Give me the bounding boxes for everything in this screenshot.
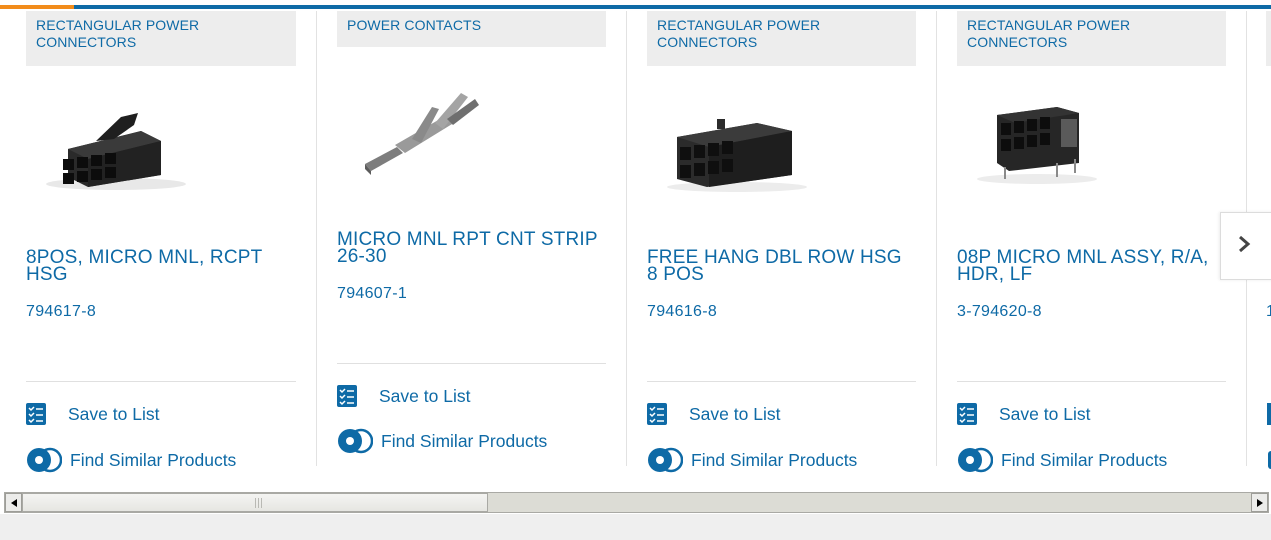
find-similar-label: Find Similar Products bbox=[691, 449, 858, 470]
scroll-left-button[interactable] bbox=[5, 493, 22, 512]
find-similar-products-button[interactable]: Find Similar Products bbox=[337, 428, 547, 454]
top-accent-bar bbox=[0, 0, 1271, 11]
product-card: RECTANGULAR POWER CONNECTORS 8POS, MICRO… bbox=[26, 11, 296, 481]
checklist-icon bbox=[1267, 403, 1271, 425]
save-to-list-button[interactable]: Save to List bbox=[26, 403, 159, 425]
product-image[interactable] bbox=[337, 79, 607, 199]
category-label[interactable]: RECTANGULAR POWER CONNECTORS bbox=[957, 11, 1226, 66]
category-label[interactable]: RECTANGULAR POWER CONNECTORS bbox=[647, 11, 916, 66]
product-image[interactable] bbox=[26, 79, 296, 199]
product-image[interactable] bbox=[647, 79, 917, 199]
find-similar-label: Find Similar Products bbox=[1001, 449, 1168, 470]
card-divider bbox=[936, 11, 937, 466]
checklist-icon bbox=[957, 403, 977, 425]
category-label[interactable]: POWER CONTACTS bbox=[337, 11, 606, 47]
scrollbar-thumb[interactable] bbox=[22, 493, 488, 512]
divider bbox=[337, 363, 606, 364]
save-to-list-button[interactable]: Save to List bbox=[647, 403, 780, 425]
horizontal-scrollbar[interactable] bbox=[4, 492, 1269, 513]
product-carousel: RECTANGULAR POWER CONNECTORS 8POS, MICRO… bbox=[0, 11, 1271, 489]
save-to-list-label: Save to List bbox=[689, 403, 781, 424]
footer-area bbox=[0, 514, 1271, 540]
part-number[interactable]: 794607-1 bbox=[337, 285, 407, 303]
product-title-link[interactable]: FREE HANG DBL ROW HSG 8 POS bbox=[647, 248, 917, 284]
card-divider bbox=[316, 11, 317, 466]
similar-products-icon bbox=[647, 447, 684, 473]
top-orange-indicator bbox=[0, 5, 74, 9]
category-label bbox=[1266, 11, 1271, 66]
card-divider bbox=[626, 11, 627, 466]
similar-products-icon bbox=[957, 447, 994, 473]
save-to-list-label: Save to List bbox=[68, 403, 160, 424]
find-similar-products-button[interactable]: Find Similar Products bbox=[957, 447, 1167, 473]
product-image[interactable] bbox=[957, 79, 1227, 199]
part-number[interactable]: 794616-8 bbox=[647, 303, 717, 321]
product-title-link[interactable]: MICRO MNL RPT CNT STRIP 26-30 bbox=[337, 230, 607, 266]
similar-products-icon bbox=[26, 447, 63, 473]
save-to-list-label: Save to List bbox=[999, 403, 1091, 424]
divider bbox=[647, 381, 916, 382]
checklist-icon bbox=[337, 385, 357, 407]
product-title-link[interactable]: 8POS, MICRO MNL, RCPT HSG bbox=[26, 248, 296, 284]
divider bbox=[26, 381, 296, 382]
part-number[interactable]: 3-794620-8 bbox=[957, 303, 1042, 321]
divider bbox=[957, 381, 1226, 382]
scrollbar-grip bbox=[255, 498, 263, 508]
part-number[interactable]: 794617-8 bbox=[26, 303, 96, 321]
carousel-next-button[interactable] bbox=[1220, 212, 1271, 280]
find-similar-products-button[interactable]: Find Similar Products bbox=[26, 447, 236, 473]
find-similar-products-button[interactable]: Find Similar Products bbox=[647, 447, 857, 473]
find-similar-label: Find Similar Products bbox=[70, 449, 237, 470]
save-to-list-button[interactable]: Save to List bbox=[337, 385, 470, 407]
checklist-icon bbox=[647, 403, 667, 425]
checklist-icon bbox=[26, 403, 46, 425]
product-card: POWER CONTACTS MICRO MNL RPT CNT STRIP 2… bbox=[337, 11, 607, 481]
product-title-link[interactable]: 08P MICRO MNL ASSY, R/A, HDR, LF bbox=[957, 248, 1227, 284]
find-similar-label: Find Similar Products bbox=[381, 430, 548, 451]
category-label[interactable]: RECTANGULAR POWER CONNECTORS bbox=[26, 11, 296, 66]
product-card: RECTANGULAR POWER CONNECTORS 08P MICRO M… bbox=[957, 11, 1227, 481]
top-blue-line bbox=[0, 5, 1271, 9]
similar-products-icon bbox=[337, 428, 374, 454]
scroll-right-button[interactable] bbox=[1251, 493, 1268, 512]
part-number[interactable]: 1 bbox=[1266, 303, 1271, 321]
chevron-right-icon bbox=[1237, 235, 1251, 258]
arrow-right-icon bbox=[1256, 498, 1263, 507]
product-card: RECTANGULAR POWER CONNECTORS FREE HANG D… bbox=[647, 11, 917, 481]
arrow-left-icon bbox=[10, 498, 17, 507]
save-to-list-button[interactable]: Save to List bbox=[957, 403, 1090, 425]
save-to-list-label: Save to List bbox=[379, 385, 471, 406]
